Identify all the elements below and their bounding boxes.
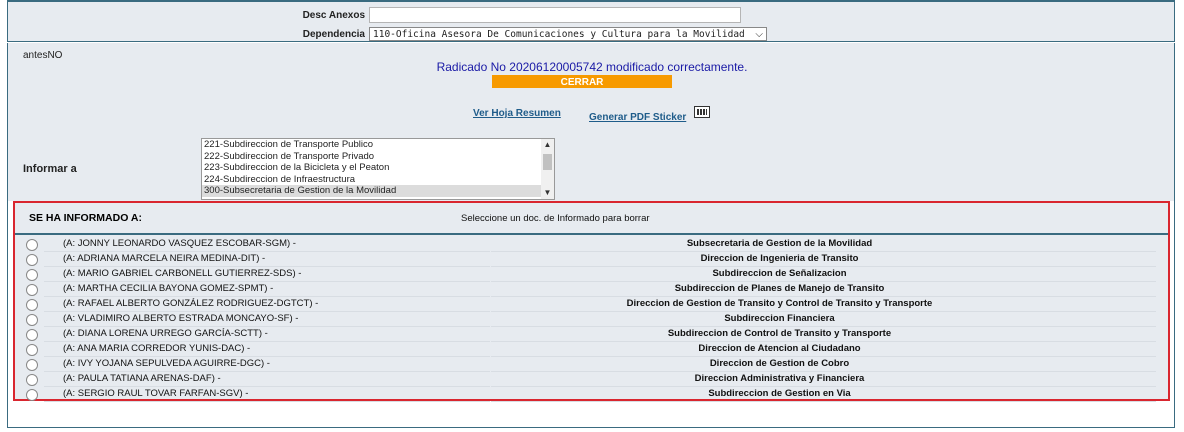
informado-name: (A: MARTHA CECILIA BAYONA GOMEZ-SPMT) -: [63, 283, 274, 294]
informado-radio[interactable]: [26, 239, 38, 251]
generar-pdf-sticker-link[interactable]: Generar PDF Sticker: [589, 112, 686, 123]
informado-name: (A: VLADIMIRO ALBERTO ESTRADA MONCAYO-SF…: [63, 313, 299, 324]
informado-radio[interactable]: [26, 389, 38, 401]
informado-name: (A: PAULA TATIANA ARENAS-DAF) -: [63, 373, 221, 384]
informar-label: Informar a: [23, 163, 77, 175]
dependencia-label: Dependencia: [302, 29, 365, 40]
status-message: Radicado No 20206120005742 modificado co…: [436, 60, 748, 74]
informados-panel: SE HA INFORMADO A: Seleccione un doc. de…: [13, 201, 1170, 402]
informar-option-selected[interactable]: 300-Subsecretaria de Gestion de la Movil…: [202, 185, 554, 197]
informado-name: (A: ADRIANA MARCELA NEIRA MEDINA-DIT) -: [63, 253, 266, 264]
informado-radio[interactable]: [26, 269, 38, 281]
table-row: (A: VLADIMIRO ALBERTO ESTRADA MONCAYO-SF…: [15, 312, 1168, 327]
table-row: (A: MARIO GABRIEL CARBONELL GUTIERREZ-SD…: [15, 267, 1168, 282]
table-row: (A: PAULA TATIANA ARENAS-DAF) - Direccion…: [15, 372, 1168, 387]
informado-radio[interactable]: [26, 254, 38, 266]
table-row: (A: ANA MARIA CORREDOR YUNIS-DAC) - Direc…: [15, 342, 1168, 357]
informar-option[interactable]: 222-Subdireccion de Transporte Privado: [202, 151, 554, 163]
divider: [15, 233, 1168, 235]
informado-name: (A: IVY YOJANA SEPULVEDA AGUIRRE-DGC) -: [63, 358, 270, 369]
informado-dependencia: Direccion de Gestion de Transito y Contr…: [626, 298, 933, 309]
scroll-up-icon[interactable]: ▲: [541, 139, 554, 151]
dependencia-value: 110-Oficina Asesora De Comunicaciones y …: [373, 29, 745, 40]
informar-panel: Informar a 221-Subdireccion de Transport…: [7, 131, 1175, 201]
informado-name: (A: SERGIO RAUL TOVAR FARFAN-SGV) -: [63, 388, 249, 399]
scroll-down-icon[interactable]: ▼: [541, 187, 554, 199]
informado-dependencia: Direccion de Atencion al Ciudadano: [698, 343, 861, 354]
informado-dependencia: Subdireccion de Gestion en Via: [708, 388, 851, 399]
informados-title: SE HA INFORMADO A:: [29, 212, 142, 224]
informar-option[interactable]: 221-Subdireccion de Transporte Publico: [202, 139, 554, 151]
informado-name: (A: MARIO GABRIEL CARBONELL GUTIERREZ-SD…: [63, 268, 302, 279]
informado-name: (A: JONNY LEONARDO VASQUEZ ESCOBAR-SGM) …: [63, 238, 296, 249]
informado-radio[interactable]: [26, 284, 38, 296]
informado-radio[interactable]: [26, 344, 38, 356]
informado-dependencia: Subdireccion de Señalizacion: [712, 268, 847, 279]
scroll-thumb[interactable]: [543, 154, 552, 170]
informar-option[interactable]: 224-Subdireccion de Infraestructura: [202, 174, 554, 186]
ver-hoja-resumen-link[interactable]: Ver Hoja Resumen: [473, 108, 561, 119]
dependencia-select[interactable]: 110-Oficina Asesora De Comunicaciones y …: [369, 27, 767, 41]
informado-radio[interactable]: [26, 314, 38, 326]
table-row: (A: ADRIANA MARCELA NEIRA MEDINA-DIT) - D…: [15, 252, 1168, 267]
anexos-panel: Desc Anexos Dependencia 110-Oficina Ases…: [7, 0, 1175, 42]
close-button[interactable]: CERRAR: [492, 75, 672, 88]
table-row: (A: RAFAEL ALBERTO GONZÁLEZ RODRIGUEZ-DG…: [15, 297, 1168, 312]
informado-name: (A: ANA MARIA CORREDOR YUNIS-DAC) -: [63, 343, 251, 354]
informado-dependencia: Subdireccion Financiera: [724, 313, 835, 324]
informado-radio[interactable]: [26, 329, 38, 341]
informar-listbox[interactable]: 221-Subdireccion de Transporte Publico 2…: [201, 138, 555, 200]
table-row: (A: MARTHA CECILIA BAYONA GOMEZ-SPMT) - S…: [15, 282, 1168, 297]
table-row: (A: JONNY LEONARDO VASQUEZ ESCOBAR-SGM) …: [15, 237, 1168, 252]
table-row: (A: IVY YOJANA SEPULVEDA AGUIRRE-DGC) - D…: [15, 357, 1168, 372]
desc-anexos-input[interactable]: [369, 7, 741, 23]
informado-radio[interactable]: [26, 374, 38, 386]
chevron-down-icon: ⌵: [755, 29, 763, 40]
informar-option[interactable]: 223-Subdireccion de la Bicicleta y el Pe…: [202, 162, 554, 174]
informado-radio[interactable]: [26, 299, 38, 311]
informado-dependencia: Direccion Administrativa y Financiera: [694, 373, 865, 384]
informado-name: (A: RAFAEL ALBERTO GONZÁLEZ RODRIGUEZ-DG…: [63, 298, 319, 309]
status-panel: antesNO Radicado No 20206120005742 modif…: [7, 43, 1175, 131]
table-row: (A: SERGIO RAUL TOVAR FARFAN-SGV) - Subdi…: [15, 387, 1168, 402]
informados-hint: Seleccione un doc. de Informado para bor…: [461, 213, 650, 224]
desc-anexos-label: Desc Anexos: [302, 10, 365, 21]
listbox-scrollbar[interactable]: ▲ ▼: [541, 139, 554, 199]
informado-dependencia: Subdireccion de Control de Transito y Tr…: [667, 328, 892, 339]
table-row: (A: DIANA LORENA URREGO GARCÍA-SCTT) - Su…: [15, 327, 1168, 342]
informado-name: (A: DIANA LORENA URREGO GARCÍA-SCTT) -: [63, 328, 268, 339]
printer-icon[interactable]: [694, 106, 710, 118]
informado-dependencia: Direccion de Ingenieria de Transito: [700, 253, 859, 264]
informado-dependencia: Subdireccion de Planes de Manejo de Tran…: [674, 283, 885, 294]
informado-dependencia: Direccion de Gestion de Cobro: [709, 358, 850, 369]
informado-dependencia: Subsecretaria de Gestion de la Movilidad: [686, 238, 873, 249]
informado-radio[interactable]: [26, 359, 38, 371]
